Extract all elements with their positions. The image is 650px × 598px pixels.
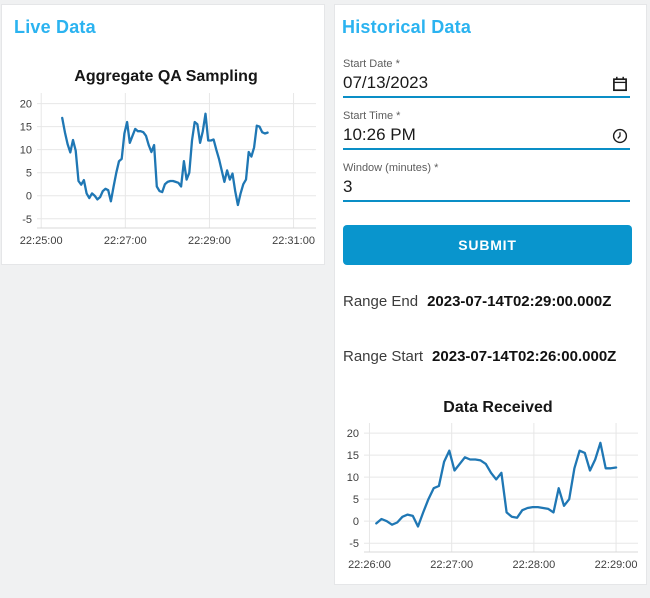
live-data-panel: Live Data Aggregate QA Sampling -5 0 5 10 15…: [1, 4, 325, 265]
calendar-icon[interactable]: [612, 76, 628, 92]
historical-data-panel: Historical Data Start Date * Start Time …: [334, 4, 647, 585]
dashboard-page: Live Data Aggregate QA Sampling -5 0 5 10 15…: [0, 0, 650, 598]
svg-text:0: 0: [353, 516, 359, 528]
svg-text:10: 10: [20, 145, 32, 157]
range-start-label: Range Start: [343, 348, 424, 365]
window-minutes-field: Window (minutes) *: [343, 162, 630, 204]
start-time-input[interactable]: [343, 123, 630, 148]
start-time-field: Start Time *: [343, 110, 630, 152]
svg-text:22:27:00: 22:27:00: [430, 559, 473, 571]
start-date-underline: [343, 96, 630, 98]
start-date-field: Start Date *: [343, 58, 630, 100]
svg-text:22:29:00: 22:29:00: [595, 559, 638, 571]
svg-text:5: 5: [26, 168, 32, 180]
svg-text:20: 20: [347, 428, 359, 440]
svg-text:5: 5: [353, 494, 359, 506]
svg-text:22:28:00: 22:28:00: [512, 559, 555, 571]
svg-text:10: 10: [347, 472, 359, 484]
svg-text:22:29:00: 22:29:00: [188, 235, 231, 247]
svg-text:22:31:00: 22:31:00: [272, 235, 315, 247]
svg-text:-5: -5: [349, 538, 359, 550]
svg-text:0: 0: [26, 191, 32, 203]
received-chart-title: Data Received: [443, 399, 553, 416]
svg-text:-5: -5: [22, 214, 32, 226]
start-time-label: Start Time *: [343, 110, 401, 122]
live-chart-title: Aggregate QA Sampling: [74, 68, 258, 85]
range-start-row: Range Start 2023-07-14T02:26:00.000Z: [343, 348, 646, 365]
live-data-heading: Live Data: [14, 17, 96, 37]
svg-text:22:25:00: 22:25:00: [20, 235, 63, 247]
clock-icon[interactable]: [612, 128, 628, 144]
svg-text:20: 20: [20, 99, 32, 111]
historical-query-form: Start Date * Start Time *: [343, 58, 630, 204]
historical-data-heading: Historical Data: [342, 17, 472, 37]
range-end-value: 2023-07-14T02:29:00.000Z: [427, 293, 612, 310]
range-end-label: Range End: [343, 293, 419, 310]
svg-text:15: 15: [347, 450, 359, 462]
svg-text:22:27:00: 22:27:00: [104, 235, 147, 247]
live-chart-plot[interactable]: -5 0 5 10 15 20 22:25:00 22:27:00 22:29:00 22:31:…: [3, 88, 324, 254]
start-date-input[interactable]: [343, 71, 630, 96]
range-start-value: 2023-07-14T02:26:00.000Z: [432, 348, 617, 365]
window-minutes-label: Window (minutes) *: [343, 162, 439, 174]
window-minutes-underline: [343, 200, 630, 202]
svg-text:22:26:00: 22:26:00: [348, 559, 391, 571]
start-time-underline: [343, 148, 630, 150]
submit-button[interactable]: SUBMIT: [343, 225, 632, 265]
svg-text:15: 15: [20, 122, 32, 134]
start-date-label: Start Date *: [343, 58, 400, 70]
received-chart-plot[interactable]: -5 0 5 10 15 20 22:26:00 22:27:00 22:28:00 22:29:…: [338, 418, 646, 580]
window-minutes-input[interactable]: [343, 175, 630, 200]
range-end-row: Range End 2023-07-14T02:29:00.000Z: [343, 293, 646, 310]
